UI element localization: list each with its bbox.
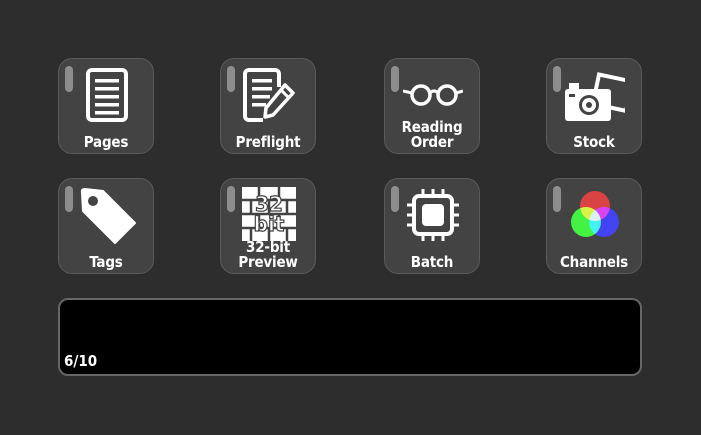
stock-label: Stock <box>573 133 615 151</box>
32bit-icon: 32 bit <box>239 185 299 245</box>
status-led <box>553 66 561 92</box>
preflight-button[interactable]: Preflight <box>220 58 316 154</box>
document-pencil-icon <box>239 65 299 125</box>
status-led <box>65 66 73 92</box>
stock-button[interactable]: Stock <box>546 58 642 154</box>
reading-order-button[interactable]: Reading Order <box>384 58 480 154</box>
reading-order-label: Reading Order <box>401 118 463 151</box>
glasses-icon <box>403 65 463 125</box>
lcd-display: 6/10 <box>58 298 642 376</box>
channels-button[interactable]: Channels <box>546 178 642 274</box>
tags-label: Tags <box>89 253 123 271</box>
pages-label: Pages <box>83 133 129 151</box>
tag-icon <box>77 185 137 245</box>
batch-button[interactable]: Batch <box>384 178 480 274</box>
preflight-label: Preflight <box>235 133 301 151</box>
bit-bottom-text: bit <box>254 212 285 236</box>
status-led <box>553 186 561 212</box>
batch-label: Batch <box>410 253 454 271</box>
status-led <box>391 186 399 212</box>
32-bit-preview-button[interactable]: 32 bit 32-bit Preview <box>220 178 316 274</box>
document-icon <box>77 65 137 125</box>
32-bit-preview-label: 32-bit Preview <box>238 238 298 271</box>
status-led <box>391 66 399 92</box>
tags-button[interactable]: Tags <box>58 178 154 274</box>
status-led <box>227 186 235 212</box>
channels-label: Channels <box>559 253 629 271</box>
rgb-channels-icon <box>565 185 625 245</box>
pages-button[interactable]: Pages <box>58 58 154 154</box>
page-indicator: 6/10 <box>64 352 98 370</box>
camera-photo-icon <box>565 65 625 125</box>
chip-icon <box>403 185 463 245</box>
status-led <box>227 66 235 92</box>
status-led <box>65 186 73 212</box>
